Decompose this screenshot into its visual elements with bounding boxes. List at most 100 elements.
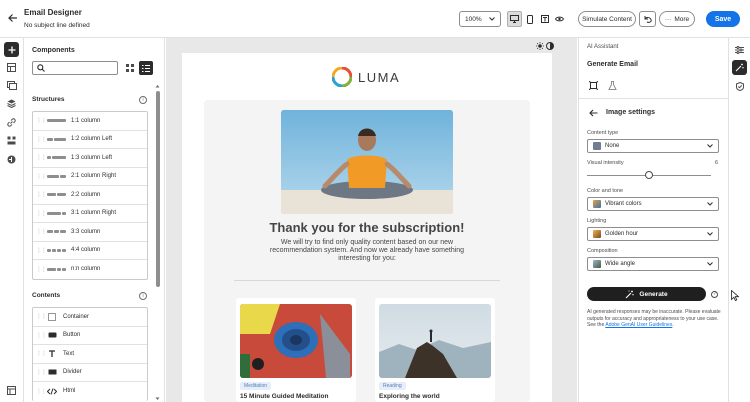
content-type-select[interactable]: None: [587, 139, 719, 153]
drag-handle-icon[interactable]: ⋮⋮: [36, 388, 47, 395]
more-label: More: [674, 15, 690, 23]
color-tone-select[interactable]: Vibrant colors: [587, 197, 719, 211]
card-tag: Reading: [379, 382, 406, 390]
search-icon: [37, 64, 45, 72]
drag-handle-icon[interactable]: ⋮⋮: [36, 117, 47, 124]
content-label: Html: [63, 388, 76, 395]
email-content-block[interactable]: Thank you for the subscription! We will …: [204, 100, 530, 402]
drag-handle-icon[interactable]: ⋮⋮: [36, 228, 47, 235]
add-components-button[interactable]: [4, 42, 19, 57]
drag-handle-icon[interactable]: ⋮⋮: [36, 313, 47, 320]
save-button[interactable]: Save: [706, 11, 740, 27]
flask-icon: [608, 81, 617, 90]
theme-toggle[interactable]: [536, 41, 556, 51]
contents-info-icon[interactable]: i: [139, 292, 147, 300]
conditions-button[interactable]: [4, 152, 19, 167]
settings-back-button[interactable]: [589, 109, 599, 119]
card-title[interactable]: 15 Minute Guided Meditation: [240, 393, 328, 400]
mobile-view-button[interactable]: [522, 11, 537, 27]
drag-handle-icon[interactable]: ⋮⋮: [36, 191, 47, 198]
fragments-button[interactable]: [4, 96, 19, 111]
list-view-icon: [142, 64, 150, 72]
desktop-icon: [510, 15, 519, 23]
ai-assistant-button[interactable]: [732, 60, 747, 75]
list-view-button[interactable]: [139, 61, 153, 75]
drag-handle-icon[interactable]: ⋮⋮: [36, 350, 47, 357]
hero-image[interactable]: [281, 110, 453, 214]
personalization-button[interactable]: [4, 133, 19, 148]
mouse-cursor-icon: [731, 290, 739, 301]
email-body-text[interactable]: We will try to find only quality content…: [259, 239, 475, 263]
properties-button[interactable]: [732, 42, 747, 57]
navigation-tree-button[interactable]: [4, 60, 19, 75]
genai-guidelines-link[interactable]: Adobe GenAI User Guidelines: [605, 322, 672, 328]
structures-info-icon[interactable]: i: [139, 96, 147, 104]
composition-select[interactable]: Wide angle: [587, 257, 719, 271]
image-mode-button[interactable]: [589, 81, 598, 90]
generate-button[interactable]: Generate: [587, 287, 706, 301]
structure-item[interactable]: ⋮⋮ 1:1 column: [33, 112, 147, 131]
more-button[interactable]: ··· More: [659, 11, 695, 27]
drag-handle-icon[interactable]: ⋮⋮: [36, 369, 47, 376]
column-layout-icon: [47, 156, 67, 160]
column-layout-icon: [47, 193, 67, 197]
drag-handle-icon[interactable]: ⋮⋮: [36, 247, 47, 254]
preview-button[interactable]: [552, 11, 567, 27]
scroll-up-icon: [155, 85, 160, 88]
structure-item[interactable]: ⋮⋮ 1:2 column Left: [33, 131, 147, 149]
drag-handle-icon[interactable]: ⋮⋮: [36, 332, 47, 339]
text-view-button[interactable]: [537, 11, 552, 27]
app-header: Email Designer No subject line defined 1…: [0, 0, 750, 38]
assets-button[interactable]: [4, 78, 19, 93]
search-input[interactable]: [32, 61, 118, 75]
links-button[interactable]: [4, 115, 19, 130]
content-item[interactable]: ⋮⋮ Html: [33, 382, 147, 401]
structure-item[interactable]: ⋮⋮ 1:3 column Left: [33, 149, 147, 168]
structure-item[interactable]: ⋮⋮ 2:2 column: [33, 186, 147, 205]
content-item[interactable]: ⋮⋮ Divider: [33, 364, 147, 382]
content-item[interactable]: ⋮⋮ Button: [33, 327, 147, 345]
drag-handle-icon[interactable]: ⋮⋮: [36, 210, 47, 217]
drag-handle-icon[interactable]: ⋮⋮: [36, 154, 47, 161]
structure-item[interactable]: ⋮⋮ 3:3 column: [33, 223, 147, 242]
panel-settings-icon: [7, 386, 16, 395]
drag-handle-icon[interactable]: ⋮⋮: [36, 266, 47, 273]
structure-label: 4:4 column: [71, 247, 101, 254]
grid-view-button[interactable]: [125, 63, 135, 73]
simulate-content-button[interactable]: Simulate Content: [578, 11, 636, 27]
help-icon[interactable]: ?: [711, 291, 718, 298]
zoom-value: 100%: [465, 15, 482, 23]
zoom-select[interactable]: 100%: [459, 11, 501, 27]
style-mode-button[interactable]: [608, 81, 617, 90]
contrast-icon: [546, 42, 554, 50]
content-card-reading[interactable]: Reading Exploring the world: [375, 298, 495, 402]
thumbnail-icon: [593, 142, 601, 150]
drag-handle-icon[interactable]: ⋮⋮: [36, 173, 47, 180]
lighting-select[interactable]: Golden hour: [587, 227, 719, 241]
visual-intensity-handle[interactable]: [645, 171, 653, 179]
email-headline[interactable]: Thank you for the subscription!: [204, 220, 530, 235]
structure-item[interactable]: ⋮⋮ n:n column: [33, 260, 147, 279]
brand-check-button[interactable]: [732, 79, 747, 94]
settings-panel-button[interactable]: [4, 383, 19, 398]
layers-tree-icon: [7, 63, 16, 72]
composition-value: Wide angle: [605, 261, 636, 267]
email-body[interactable]: LUMA Thank you for the subscription! We …: [182, 53, 552, 402]
structure-item[interactable]: ⋮⋮ 4:4 column: [33, 242, 147, 260]
column-layout-icon: [47, 230, 67, 234]
desktop-view-button[interactable]: [507, 11, 522, 27]
content-item[interactable]: ⋮⋮ Text: [33, 345, 147, 364]
generate-email-title: Generate Email: [587, 61, 638, 68]
brand-name: LUMA: [358, 69, 401, 85]
back-button[interactable]: [6, 11, 20, 25]
structure-item[interactable]: ⋮⋮ 2:1 column Right: [33, 168, 147, 186]
drag-handle-icon[interactable]: ⋮⋮: [36, 136, 47, 143]
undo-button[interactable]: [639, 11, 656, 27]
structure-item[interactable]: ⋮⋮ 3:1 column Right: [33, 205, 147, 223]
structures-list: ⋮⋮ 1:1 column ⋮⋮ 1:2 column Left ⋮⋮ 1:3 co…: [32, 111, 148, 280]
contents-list: ⋮⋮ Container ⋮⋮ Button ⋮⋮ Text ⋮⋮ Divider ⋮⋮…: [32, 307, 148, 401]
content-card-meditation[interactable]: Meditation 15 Minute Guided Meditation: [236, 298, 356, 402]
content-item[interactable]: ⋮⋮ Container: [33, 308, 147, 327]
card-title[interactable]: Exploring the world: [379, 393, 440, 400]
scroll-thumb[interactable]: [156, 91, 160, 287]
